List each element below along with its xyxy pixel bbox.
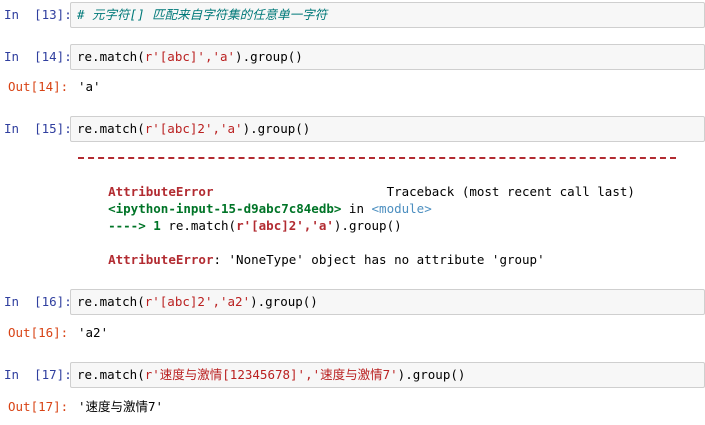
output-text: 'a' [78, 79, 101, 94]
input-prompt: In [14]: [4, 49, 72, 64]
output-14: Out[14]: 'a' [0, 76, 705, 96]
output-17: Out[17]: '速度与激情7' [0, 396, 705, 416]
code-text: re.match(r'[abc]2','a').group() [77, 121, 311, 136]
cell-14[interactable]: In [14]: re.match(r'[abc]','a').group() [0, 44, 705, 70]
code-cell-editor[interactable]: re.match(r'速度与激情[12345678]','速度与激情7').gr… [70, 362, 705, 388]
output-text: '速度与激情7' [78, 399, 164, 414]
code-cell-editor[interactable]: re.match(r'[abc]2','a2').group() [70, 289, 705, 315]
traceback-error-message: AttributeError: 'NoneType' object has no… [108, 252, 545, 267]
cell-16[interactable]: In [16]: re.match(r'[abc]2','a2').group(… [0, 289, 705, 315]
traceback-divider [78, 157, 676, 159]
input-prompt: In [15]: [4, 121, 72, 136]
input-prompt: In [17]: [4, 367, 72, 382]
output-prompt: Out[14]: [8, 79, 69, 94]
output-16: Out[16]: 'a2' [0, 322, 705, 342]
code-cell-editor[interactable]: # 元字符[] 匹配来自字符集的任意单一字符 [70, 2, 705, 28]
traceback-output: AttributeError Traceback (most recent ca… [0, 152, 705, 267]
code-cell-editor[interactable]: re.match(r'[abc]2','a').group() [70, 116, 705, 142]
input-prompt: In [16]: [4, 294, 72, 309]
code-text: re.match(r'[abc]2','a2').group() [77, 294, 318, 309]
input-prompt: In [13]: [4, 7, 72, 22]
cell-15[interactable]: In [15]: re.match(r'[abc]2','a').group() [0, 116, 705, 142]
code-cell-editor[interactable]: re.match(r'[abc]','a').group() [70, 44, 705, 70]
output-text: 'a2' [78, 325, 109, 340]
code-text: re.match(r'速度与激情[12345678]','速度与激情7').gr… [77, 367, 466, 382]
cell-17[interactable]: In [17]: re.match(r'速度与激情[12345678]','速度… [0, 362, 705, 388]
comment-text: # 元字符[] 匹配来自字符集的任意单一字符 [77, 7, 328, 22]
code-text: re.match(r'[abc]','a').group() [77, 49, 303, 64]
output-prompt: Out[16]: [8, 325, 69, 340]
output-prompt: Out[17]: [8, 399, 69, 414]
cell-13[interactable]: In [13]: # 元字符[] 匹配来自字符集的任意单一字符 [0, 2, 705, 28]
